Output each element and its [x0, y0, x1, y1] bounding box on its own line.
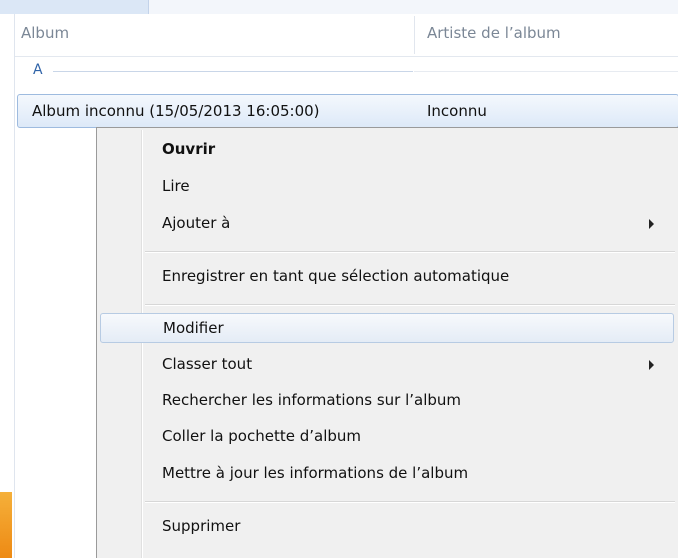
column-header-artist[interactable]: Artiste de l’album — [427, 24, 561, 42]
menu-item-label: Modifier — [163, 319, 224, 337]
group-divider-secondary — [414, 71, 678, 72]
column-header-album[interactable]: Album — [21, 24, 69, 42]
menu-item-label: Rechercher les informations sur l’album — [162, 391, 462, 409]
menu-item-edit[interactable]: Modifier — [100, 313, 674, 343]
cell-artist: Inconnu — [427, 102, 487, 120]
group-divider — [53, 71, 413, 72]
menu-item-find-album-info[interactable]: Rechercher les informations sur l’album — [100, 386, 674, 416]
menu-item-label: Classer tout — [162, 355, 253, 373]
menu-item-paste-album-art[interactable]: Coller la pochette d’album — [100, 422, 674, 452]
menu-item-delete[interactable]: Supprimer — [100, 512, 674, 542]
menu-item-label: Coller la pochette d’album — [162, 427, 362, 445]
menu-item-update-album-info[interactable]: Mettre à jour les informations de l’albu… — [100, 459, 674, 489]
menu-item-label: Mettre à jour les informations de l’albu… — [162, 464, 469, 482]
menu-separator — [145, 501, 675, 502]
top-toolbar-strip — [0, 0, 678, 14]
menu-item-play[interactable]: Lire — [100, 172, 674, 202]
menu-item-label: Lire — [162, 177, 190, 195]
column-separator[interactable] — [414, 16, 415, 54]
menu-item-save-auto-playlist[interactable]: Enregistrer en tant que sélection automa… — [100, 262, 674, 292]
active-tab-strip[interactable] — [0, 0, 149, 14]
column-headers: Album Artiste de l’album — [15, 14, 678, 57]
cell-album: Album inconnu (15/05/2013 16:05:00) — [32, 102, 320, 120]
menu-separator — [145, 304, 675, 305]
menu-item-add-to[interactable]: Ajouter à — [100, 209, 674, 239]
menu-separator — [145, 251, 675, 252]
submenu-arrow-icon — [649, 219, 654, 229]
submenu-arrow-icon — [649, 360, 654, 370]
menu-item-label: Supprimer — [162, 517, 241, 535]
context-menu: Ouvrir Lire Ajouter à Enregistrer en tan… — [96, 127, 678, 558]
menu-item-sort-all[interactable]: Classer tout — [100, 350, 674, 380]
decorative-orange-block — [0, 492, 12, 558]
group-header-a[interactable]: A — [15, 57, 678, 85]
menu-item-open[interactable]: Ouvrir — [100, 135, 674, 165]
table-row-selected[interactable]: Album inconnu (15/05/2013 16:05:00) Inco… — [17, 94, 678, 128]
menu-item-label: Ajouter à — [162, 214, 231, 232]
menu-item-label: Ouvrir — [162, 140, 216, 158]
menu-item-label: Enregistrer en tant que sélection automa… — [162, 267, 510, 285]
group-letter: A — [33, 62, 43, 78]
